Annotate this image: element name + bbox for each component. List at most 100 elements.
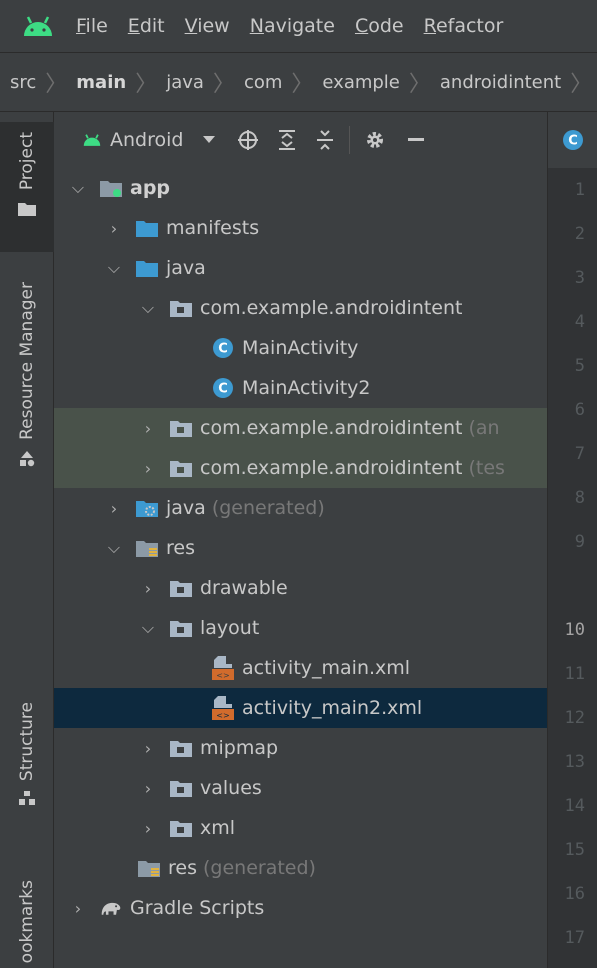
tree-item-main-activity[interactable]: C MainActivity <box>54 328 547 368</box>
tree-hint: (generated) <box>211 497 325 519</box>
line-number: 11 <box>564 664 585 684</box>
stripe-tab-structure[interactable]: Structure <box>0 702 54 842</box>
line-number: 3 <box>574 268 585 288</box>
chevron-down-icon[interactable]: ⌵ <box>138 298 158 318</box>
stripe-bookmarks-label: ookmarks <box>17 880 37 964</box>
stripe-project-label: Project <box>17 132 37 191</box>
menu-bar: File Edit View Navigate Code Refactor <box>0 0 597 52</box>
crumb-example[interactable]: example <box>322 72 399 93</box>
tree-item-package-main[interactable]: ⌵ com.example.androidintent <box>54 288 547 328</box>
tree-label: java <box>166 497 206 519</box>
chevron-right-icon[interactable]: › <box>104 499 124 518</box>
package-icon <box>170 577 192 599</box>
class-icon[interactable]: C <box>562 129 584 156</box>
package-icon <box>170 417 192 439</box>
source-folder-icon <box>136 257 158 279</box>
line-number: 8 <box>574 488 585 508</box>
tree-label: com.example.androidintent <box>200 457 463 479</box>
chevron-right-icon[interactable]: › <box>68 899 88 918</box>
chevron-down-icon[interactable]: ⌵ <box>68 178 88 198</box>
xml-layout-file-icon: <> <box>212 656 234 680</box>
minimize-icon[interactable] <box>408 138 425 142</box>
line-number: 10 <box>564 620 585 640</box>
tree-item-manifests[interactable]: › manifests <box>54 208 547 248</box>
tree-item-mipmap[interactable]: › mipmap <box>54 728 547 768</box>
chevron-right-icon[interactable]: › <box>138 459 158 478</box>
crumb-separator: 〉 <box>135 72 158 97</box>
tree-item-app[interactable]: ⌵ app <box>54 168 547 208</box>
generated-folder-icon <box>136 497 158 519</box>
crumb-androidintent[interactable]: androidintent <box>440 72 561 93</box>
line-number: 1 <box>574 180 585 200</box>
class-icon: C <box>212 377 234 399</box>
chevron-down-icon[interactable]: ⌵ <box>104 538 124 558</box>
crumb-com[interactable]: com <box>244 72 282 93</box>
menu-file[interactable]: File <box>76 15 108 37</box>
tree-item-package-test[interactable]: › com.example.androidintent (tes <box>54 448 547 488</box>
toolbar-divider <box>349 126 351 154</box>
tree-item-activity-main-xml[interactable]: <> activity_main.xml <box>54 648 547 688</box>
tree-label: java <box>166 257 206 279</box>
expand-all-icon[interactable] <box>277 129 297 151</box>
tree-item-java[interactable]: ⌵ java <box>54 248 547 288</box>
chevron-right-icon[interactable]: › <box>138 419 158 438</box>
tree-item-activity-main2-xml[interactable]: <> activity_main2.xml <box>54 688 547 728</box>
stripe-tab-project[interactable]: Project <box>0 122 54 252</box>
stripe-tab-bookmarks[interactable]: ookmarks <box>0 880 54 968</box>
module-folder-icon <box>100 177 122 199</box>
tree-item-res-generated[interactable]: res (generated) <box>54 848 547 888</box>
menu-view[interactable]: View <box>185 15 230 37</box>
breadcrumb: src 〉 main 〉 java 〉 com 〉 example 〉 andr… <box>0 52 597 112</box>
line-number: 14 <box>564 796 585 816</box>
crumb-separator: 〉 <box>570 72 593 97</box>
chevron-down-icon[interactable]: ⌵ <box>138 618 158 638</box>
tree-item-layout[interactable]: ⌵ layout <box>54 608 547 648</box>
chevron-right-icon[interactable]: › <box>138 579 158 598</box>
tree-label: Gradle Scripts <box>130 897 265 919</box>
tree-item-res[interactable]: ⌵ res <box>54 528 547 568</box>
class-icon: C <box>212 337 234 359</box>
crumb-src[interactable]: src <box>10 72 36 93</box>
collapse-all-icon[interactable] <box>315 129 335 151</box>
svg-text:<>: <> <box>216 671 229 680</box>
tree-label: mipmap <box>200 737 279 759</box>
menu-refactor[interactable]: Refactor <box>424 15 504 37</box>
tree-item-main-activity2[interactable]: C MainActivity2 <box>54 368 547 408</box>
chevron-right-icon[interactable]: › <box>138 819 158 838</box>
project-tree: ⌵ app › manifests ⌵ java ⌵ com.example.a… <box>54 168 547 968</box>
tree-item-gradle-scripts[interactable]: › Gradle Scripts <box>54 888 547 928</box>
chevron-right-icon[interactable]: › <box>104 219 124 238</box>
svg-text:<>: <> <box>216 711 229 720</box>
line-number: 15 <box>564 840 585 860</box>
tree-item-values[interactable]: › values <box>54 768 547 808</box>
gear-icon[interactable] <box>364 129 386 151</box>
menu-code[interactable]: Code <box>355 15 404 37</box>
editor-gutter: 1 2 3 4 5 6 7 8 9 10 11 12 13 14 15 16 1… <box>547 168 597 968</box>
stripe-tab-resource-manager[interactable]: Resource Manager <box>0 282 54 512</box>
package-icon <box>170 737 192 759</box>
tree-label: com.example.androidintent <box>200 297 463 319</box>
crumb-java[interactable]: java <box>166 72 204 93</box>
chevron-down-icon[interactable]: ⌵ <box>104 258 124 278</box>
view-selector-label[interactable]: Android <box>110 129 183 151</box>
crumb-separator: 〉 <box>212 72 235 97</box>
resource-folder-icon <box>136 537 158 559</box>
menu-edit[interactable]: Edit <box>128 15 165 37</box>
crumb-separator: 〉 <box>291 72 314 97</box>
chevron-right-icon[interactable]: › <box>138 779 158 798</box>
android-view-icon <box>83 134 101 146</box>
locate-target-icon[interactable] <box>237 129 259 151</box>
tree-item-package-android-test[interactable]: › com.example.androidintent (an <box>54 408 547 448</box>
menu-navigate[interactable]: Navigate <box>250 15 335 37</box>
line-number: 4 <box>574 312 585 332</box>
tree-item-xml[interactable]: › xml <box>54 808 547 848</box>
svg-text:C: C <box>218 382 228 397</box>
chevron-down-icon[interactable] <box>203 136 216 144</box>
crumb-main[interactable]: main <box>76 72 126 93</box>
tree-label: layout <box>200 617 260 639</box>
tree-item-java-generated[interactable]: › java (generated) <box>54 488 547 528</box>
tree-label: values <box>200 777 262 799</box>
tree-item-drawable[interactable]: › drawable <box>54 568 547 608</box>
tree-hint: (generated) <box>202 857 316 879</box>
chevron-right-icon[interactable]: › <box>138 739 158 758</box>
